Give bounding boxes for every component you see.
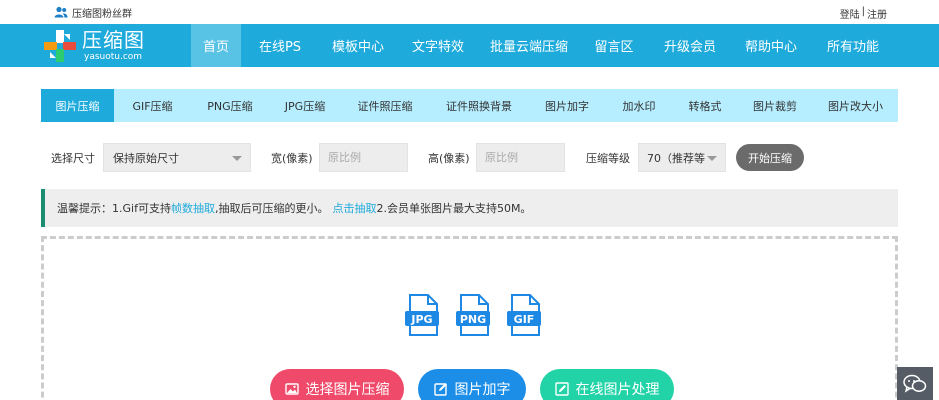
level-select-value: 70（推荐等 [647, 151, 705, 165]
tip-notice: 温馨提示：1.Gif可支持 帧数抽取 ,抽取后可压缩的更小。 点击抽取 2.会员… [41, 189, 898, 227]
format-icons: JPG PNG GIF [404, 294, 544, 336]
logo-cross-icon [44, 30, 76, 62]
notice-suffix: 2.会员单张图片最大支持50M。 [376, 202, 532, 215]
tab-image-compress[interactable]: 图片压缩 [41, 89, 114, 122]
nav-templates[interactable]: 模板中心 [319, 24, 397, 67]
brand-domain: yasuotu.com [84, 52, 143, 62]
height-label: 高(像素) [428, 152, 470, 165]
online-image-edit-button[interactable]: 在线图片处理 [540, 369, 674, 400]
add-text-button[interactable]: 图片加字 [418, 369, 526, 400]
online-image-edit-label: 在线图片处理 [575, 382, 660, 398]
fan-group-label: 压缩图粉丝群 [72, 8, 132, 20]
tab-watermark[interactable]: 加水印 [605, 89, 673, 122]
edit-icon [433, 383, 447, 396]
frame-extract-link[interactable]: 帧数抽取 [171, 200, 215, 216]
wechat-float-button[interactable] [897, 367, 933, 400]
tab-id-photo-compress[interactable]: 证件照压缩 [341, 89, 429, 122]
image-upload-icon [284, 383, 299, 395]
notice-middle: ,抽取后可压缩的更小。 [214, 202, 329, 215]
select-image-compress-button[interactable]: 选择图片压缩 [270, 369, 404, 400]
tab-gif-compress[interactable]: GIF压缩 [114, 89, 191, 122]
add-text-label: 图片加字 [454, 382, 511, 398]
width-input[interactable] [319, 143, 408, 172]
level-label: 压缩等级 [586, 152, 630, 165]
tab-add-text[interactable]: 图片加字 [529, 89, 605, 122]
select-image-compress-label: 选择图片压缩 [305, 382, 390, 398]
chevron-down-icon [232, 156, 242, 161]
header: 压缩图 yasuotu.com 首页 在线PS 模板中心 文字特效 批量云端压缩… [0, 24, 939, 67]
notice-prefix: 温馨提示：1.Gif可支持 [57, 202, 171, 215]
png-file-icon: PNG [456, 294, 490, 336]
gif-label: GIF [514, 313, 535, 326]
gif-file-icon: GIF [507, 294, 541, 336]
tab-png-compress[interactable]: PNG压缩 [191, 89, 269, 122]
size-label: 选择尺寸 [51, 152, 95, 165]
wechat-icon [903, 374, 927, 393]
users-icon [54, 6, 68, 18]
nav-message-board[interactable]: 留言区 [579, 24, 649, 67]
tab-id-photo-background[interactable]: 证件照换背景 [429, 89, 529, 122]
upload-dropzone[interactable]: JPG PNG GIF 选择图片压缩 图片加字 在线图片处理 [41, 236, 898, 400]
jpg-file-icon: JPG [405, 294, 439, 336]
height-input[interactable] [476, 143, 565, 172]
fan-group-link[interactable]: 压缩图粉丝群 [54, 5, 132, 20]
tab-convert-format[interactable]: 转格式 [673, 89, 737, 122]
auth-links: 登陆 | 注册 [840, 6, 887, 21]
compress-settings: 选择尺寸 保持原始尺寸 宽(像素) 高(像素) 压缩等级 70（推荐等 开始压缩 [0, 143, 939, 172]
tab-jpg-compress[interactable]: JPG压缩 [269, 89, 341, 122]
nav-batch-compress[interactable]: 批量云端压缩 [479, 24, 579, 67]
nav-online-ps[interactable]: 在线PS [241, 24, 319, 67]
top-bar: 压缩图粉丝群 登陆 | 注册 [0, 0, 939, 24]
jpg-label: JPG [410, 313, 432, 326]
size-select[interactable]: 保持原始尺寸 [103, 143, 251, 172]
auth-separator: | [861, 6, 865, 17]
logo[interactable]: 压缩图 yasuotu.com [44, 28, 184, 64]
image-edit-icon [554, 382, 569, 396]
tab-crop[interactable]: 图片裁剪 [737, 89, 813, 122]
nav-text-effects[interactable]: 文字特效 [397, 24, 479, 67]
nav-all-features[interactable]: 所有功能 [811, 24, 895, 67]
register-link[interactable]: 注册 [867, 6, 887, 21]
click-extract-link[interactable]: 点击抽取 [332, 200, 376, 216]
png-label: PNG [460, 313, 486, 326]
main-nav: 首页 在线PS 模板中心 文字特效 批量云端压缩 留言区 升级会员 帮助中心 所… [191, 24, 895, 67]
login-link[interactable]: 登陆 [840, 6, 860, 21]
tool-tabs: 图片压缩 GIF压缩 PNG压缩 JPG压缩 证件照压缩 证件照换背景 图片加字… [41, 89, 898, 122]
nav-home[interactable]: 首页 [191, 24, 241, 67]
level-select[interactable]: 70（推荐等 [638, 143, 726, 172]
chevron-down-icon [707, 156, 717, 161]
size-select-value: 保持原始尺寸 [113, 151, 179, 165]
start-compress-button[interactable]: 开始压缩 [736, 144, 804, 171]
nav-upgrade[interactable]: 升级会员 [649, 24, 731, 67]
brand-name: 压缩图 [82, 28, 145, 52]
tab-resize[interactable]: 图片改大小 [813, 89, 898, 122]
nav-help[interactable]: 帮助中心 [731, 24, 811, 67]
width-label: 宽(像素) [271, 152, 313, 165]
